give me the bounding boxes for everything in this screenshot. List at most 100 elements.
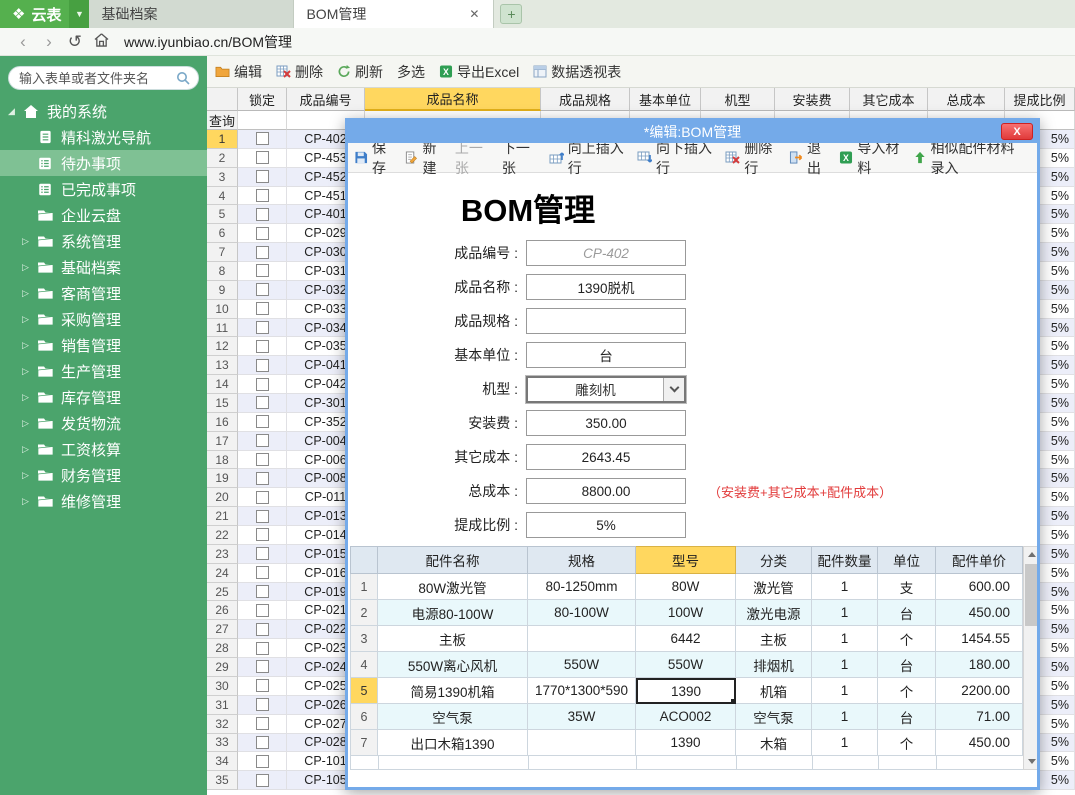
checkbox[interactable] bbox=[256, 340, 269, 353]
column-header-成品名称[interactable]: 成品名称 bbox=[365, 88, 541, 111]
parts-cell-unit[interactable]: 支 bbox=[878, 574, 936, 600]
parts-row-number[interactable]: 1 bbox=[350, 574, 378, 600]
row-number[interactable]: 35 bbox=[207, 771, 238, 790]
home-icon[interactable] bbox=[88, 32, 114, 52]
sidebar-item-工资核算[interactable]: ▷工资核算 bbox=[0, 436, 207, 462]
parts-cell-spec[interactable]: 80-1250mm bbox=[528, 574, 636, 600]
parts-row-number[interactable]: 3 bbox=[350, 626, 378, 652]
checkbox[interactable] bbox=[256, 246, 269, 259]
parts-cell-model[interactable]: 550W bbox=[636, 652, 736, 678]
row-number[interactable]: 6 bbox=[207, 224, 238, 243]
checkbox[interactable] bbox=[256, 415, 269, 428]
parts-cell-unit[interactable]: 个 bbox=[878, 678, 936, 704]
checkbox[interactable] bbox=[256, 528, 269, 541]
parts-cell-spec[interactable] bbox=[528, 626, 636, 652]
row-number[interactable]: 16 bbox=[207, 413, 238, 432]
checkbox[interactable] bbox=[256, 264, 269, 277]
lock-cell[interactable] bbox=[238, 545, 287, 564]
parts-cell-model[interactable]: 6442 bbox=[636, 626, 736, 652]
checkbox[interactable] bbox=[256, 642, 269, 655]
row-number[interactable]: 25 bbox=[207, 583, 238, 602]
parts-cell-qty[interactable]: 1 bbox=[812, 574, 878, 600]
sidebar-item-生产管理[interactable]: ▷生产管理 bbox=[0, 358, 207, 384]
app-menu-dropdown[interactable]: ▼ bbox=[69, 0, 89, 28]
lock-cell[interactable] bbox=[238, 432, 287, 451]
toolbar-button-多选[interactable]: 多选 bbox=[397, 62, 425, 82]
column-header-总成本[interactable]: 总成本 bbox=[928, 88, 1005, 111]
tab-基础档案[interactable]: 基础档案 bbox=[89, 0, 294, 28]
collapse-arrow-icon[interactable]: ▷ bbox=[22, 366, 36, 377]
checkbox[interactable] bbox=[256, 736, 269, 749]
lock-cell[interactable] bbox=[238, 752, 287, 771]
checkbox[interactable] bbox=[256, 321, 269, 334]
row-number[interactable]: 29 bbox=[207, 658, 238, 677]
parts-cell-category[interactable]: 激光管 bbox=[736, 574, 812, 600]
parts-cell-price[interactable]: 450.00 bbox=[936, 730, 1023, 756]
chevron-down-icon[interactable] bbox=[663, 378, 684, 401]
modal-toolbar-button-下一张[interactable]: 下一张 bbox=[502, 138, 539, 178]
lock-cell[interactable] bbox=[238, 526, 287, 545]
row-number[interactable]: 34 bbox=[207, 752, 238, 771]
sidebar-item-精科激光导航[interactable]: 精科激光导航 bbox=[0, 124, 207, 150]
column-header-成品规格[interactable]: 成品规格 bbox=[541, 88, 630, 111]
row-number[interactable]: 28 bbox=[207, 639, 238, 658]
parts-cell-category[interactable]: 排烟机 bbox=[736, 652, 812, 678]
sidebar-item-企业云盘[interactable]: 企业云盘 bbox=[0, 202, 207, 228]
scroll-down-arrow[interactable] bbox=[1024, 754, 1037, 769]
column-header-锁定[interactable]: 锁定 bbox=[238, 88, 287, 111]
parts-cell-qty[interactable]: 1 bbox=[812, 730, 878, 756]
tab-BOM管理[interactable]: BOM管理✕ bbox=[294, 0, 494, 28]
checkbox[interactable] bbox=[256, 623, 269, 636]
checkbox[interactable] bbox=[256, 774, 269, 787]
column-header-安装费[interactable]: 安装费 bbox=[775, 88, 850, 111]
checkbox[interactable] bbox=[256, 170, 269, 183]
parts-cell-model[interactable]: 100W bbox=[636, 600, 736, 626]
expand-arrow-icon[interactable]: ◢ bbox=[8, 106, 22, 117]
parts-cell-price[interactable]: 71.00 bbox=[936, 704, 1023, 730]
lock-cell[interactable] bbox=[238, 620, 287, 639]
parts-cell-unit[interactable]: 个 bbox=[878, 730, 936, 756]
checkbox[interactable] bbox=[256, 208, 269, 221]
parts-row-number[interactable]: 5 bbox=[350, 678, 378, 704]
parts-cell-category[interactable]: 机箱 bbox=[736, 678, 812, 704]
checkbox[interactable] bbox=[256, 434, 269, 447]
parts-cell-price[interactable]: 1454.55 bbox=[936, 626, 1023, 652]
url-text[interactable]: www.iyunbiao.cn/BOM管理 bbox=[124, 32, 292, 52]
sidebar-item-销售管理[interactable]: ▷销售管理 bbox=[0, 332, 207, 358]
modal-toolbar-button-上一张[interactable]: 上一张 bbox=[455, 138, 492, 178]
parts-row-number[interactable]: 2 bbox=[350, 600, 378, 626]
checkbox[interactable] bbox=[256, 378, 269, 391]
row-number[interactable]: 30 bbox=[207, 677, 238, 696]
checkbox[interactable] bbox=[256, 359, 269, 372]
field-input-成品编号[interactable]: CP-402 bbox=[526, 240, 686, 266]
lock-cell[interactable] bbox=[238, 205, 287, 224]
checkbox[interactable] bbox=[256, 151, 269, 164]
lock-cell[interactable] bbox=[238, 168, 287, 187]
modal-close-button[interactable]: X bbox=[1001, 123, 1033, 140]
parts-table-scrollbar[interactable] bbox=[1023, 546, 1037, 770]
field-input-总成本[interactable]: 8800.00 bbox=[526, 478, 686, 504]
filter-row-label[interactable]: 查询 bbox=[207, 111, 238, 130]
modal-toolbar-button-新建[interactable]: 新建 bbox=[404, 138, 444, 178]
parts-cell-category[interactable]: 空气泵 bbox=[736, 704, 812, 730]
modal-toolbar-button-向上插入行[interactable]: 向上插入行 bbox=[549, 138, 627, 178]
parts-cell-name[interactable]: 空气泵 bbox=[378, 704, 528, 730]
parts-cell-unit[interactable]: 台 bbox=[878, 652, 936, 678]
modal-toolbar-button-相似配件材料录入[interactable]: 相似配件材料录入 bbox=[914, 138, 1027, 178]
row-number[interactable]: 26 bbox=[207, 601, 238, 620]
row-number[interactable]: 18 bbox=[207, 451, 238, 470]
parts-cell-category[interactable]: 木箱 bbox=[736, 730, 812, 756]
checkbox[interactable] bbox=[256, 717, 269, 730]
collapse-arrow-icon[interactable]: ▷ bbox=[22, 444, 36, 455]
parts-cell-spec[interactable] bbox=[528, 730, 636, 756]
row-number[interactable]: 2 bbox=[207, 149, 238, 168]
collapse-arrow-icon[interactable]: ▷ bbox=[22, 314, 36, 325]
checkbox[interactable] bbox=[256, 755, 269, 768]
checkbox[interactable] bbox=[256, 453, 269, 466]
toolbar-button-数据透视表[interactable]: 数据透视表 bbox=[533, 62, 621, 82]
column-header-成品编号[interactable]: 成品编号 bbox=[287, 88, 365, 111]
parts-column-header-配件单价[interactable]: 配件单价 bbox=[936, 546, 1023, 574]
lock-cell[interactable] bbox=[238, 734, 287, 753]
row-number[interactable]: 15 bbox=[207, 394, 238, 413]
collapse-arrow-icon[interactable]: ▷ bbox=[22, 470, 36, 481]
